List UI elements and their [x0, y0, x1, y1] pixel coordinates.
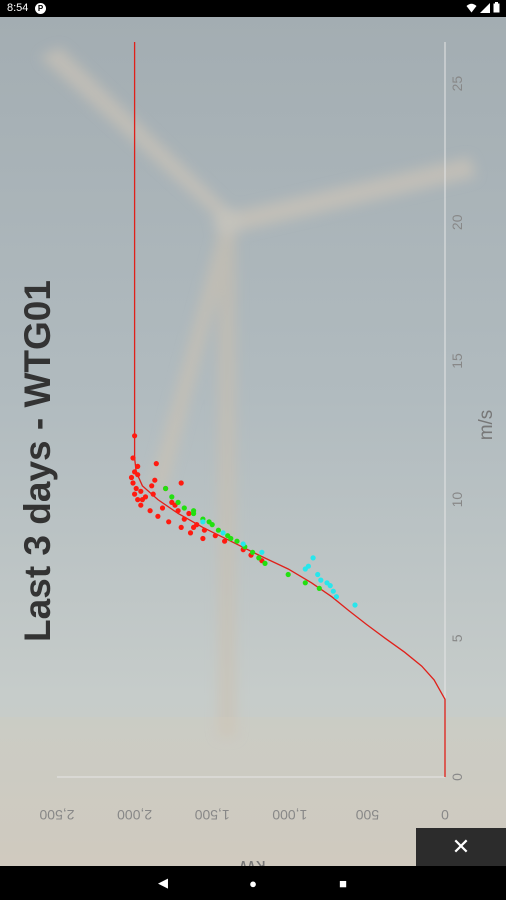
x-tick-label: 25 — [449, 76, 465, 92]
scatter-point — [181, 505, 187, 511]
scatter-point — [256, 555, 262, 561]
scatter-point — [133, 485, 139, 492]
scatter-point — [200, 535, 206, 542]
scatter-point — [181, 516, 187, 522]
scatter-point — [191, 524, 197, 530]
scatter-point — [186, 510, 192, 517]
power-curve-chart: 0 5 10 15 20 25 0 500 1,000 1,500 2,000 2,500 Last… — [17, 42, 497, 866]
x-tick-label: 5 — [449, 634, 465, 642]
y-tick-label: 0 — [441, 807, 449, 823]
chart-grid — [57, 42, 446, 778]
close-button[interactable]: ✕ — [416, 828, 506, 866]
y-tick-label: 1,500 — [194, 807, 229, 823]
x-axis-ticks: 0 5 10 15 20 25 — [449, 76, 465, 781]
scatter-point — [212, 533, 218, 539]
wifi-icon — [466, 3, 477, 12]
scatter-point — [152, 477, 158, 483]
y-tick-label: 2,500 — [39, 807, 74, 823]
y-tick-label: 1,000 — [272, 807, 307, 823]
scatter-point — [215, 527, 221, 533]
scatter-point — [150, 491, 156, 497]
chart-title: Last 3 days - WTG01 — [17, 280, 58, 642]
scatter-point — [191, 508, 197, 514]
status-time: 8:54 — [7, 2, 29, 14]
signal-icon — [480, 2, 490, 13]
scatter-point — [135, 497, 141, 503]
chart-area: 0 5 10 15 20 25 0 500 1,000 1,500 2,000 2,500 Last… — [0, 17, 506, 866]
app-notification-icon: P — [35, 3, 46, 14]
y-tick-label: 500 — [356, 807, 380, 823]
scatter-point — [166, 519, 172, 525]
scatter-point — [302, 580, 308, 586]
scatter-point — [201, 527, 207, 533]
scatter-point — [149, 483, 155, 489]
status-icons — [466, 2, 500, 13]
x-axis-label: m/s — [476, 410, 497, 441]
scatter-point — [132, 491, 138, 497]
scatter-point — [178, 480, 184, 486]
scatter-point — [200, 519, 206, 525]
scatter-point — [159, 505, 166, 511]
scatter-point — [130, 480, 136, 486]
navigation-bar: ◀ ● ■ — [0, 866, 506, 900]
scatter-point — [310, 555, 316, 561]
scatter-point — [330, 588, 336, 594]
scatter-point — [250, 549, 256, 555]
scatter-point — [220, 530, 226, 536]
scatter-point — [128, 474, 135, 481]
x-tick-label: 20 — [449, 214, 465, 230]
home-button[interactable]: ● — [233, 866, 273, 900]
scatter-point — [153, 461, 159, 467]
y-tick-label: 2,000 — [117, 807, 152, 823]
scatter-point — [222, 538, 228, 544]
y-axis-label: kW — [238, 856, 266, 866]
back-button[interactable]: ◀ — [143, 866, 183, 900]
scatter-point — [178, 524, 184, 530]
scatter-point — [163, 485, 169, 492]
scatter-point — [206, 519, 212, 525]
scatter-point — [285, 571, 291, 578]
scatter-point — [135, 463, 141, 469]
x-tick-label: 0 — [449, 773, 465, 781]
scatter-point — [147, 508, 153, 514]
scatter-point — [352, 602, 358, 608]
scatter-point — [175, 508, 181, 514]
scatter-point — [138, 502, 144, 508]
scatter-point — [175, 499, 181, 505]
y-axis-ticks: 0 500 1,000 1,500 2,000 2,500 — [39, 807, 449, 823]
scatter-point — [318, 577, 324, 583]
x-tick-label: 10 — [449, 492, 465, 508]
battery-icon — [493, 2, 500, 13]
scatter-points — [128, 433, 358, 608]
scatter-point — [240, 541, 246, 547]
scatter-point — [262, 560, 268, 567]
x-tick-label: 15 — [449, 353, 465, 369]
scatter-point — [315, 571, 321, 578]
scatter-point — [132, 433, 138, 439]
scatter-point — [138, 488, 144, 494]
scatter-point — [327, 583, 333, 589]
scatter-point — [316, 585, 322, 592]
scatter-point — [155, 513, 161, 519]
scatter-point — [259, 549, 265, 555]
scatter-point — [139, 497, 145, 503]
scatter-point — [228, 535, 234, 542]
scatter-point — [135, 472, 141, 478]
scatter-point — [187, 530, 194, 536]
scatter-point — [130, 455, 136, 461]
recents-button[interactable]: ■ — [323, 866, 363, 900]
scatter-point — [333, 594, 339, 600]
scatter-point — [305, 563, 311, 569]
scatter-point — [234, 538, 240, 544]
power-curve-line — [133, 42, 446, 777]
scatter-point — [169, 494, 175, 500]
status-bar: 8:54 P — [0, 0, 506, 17]
